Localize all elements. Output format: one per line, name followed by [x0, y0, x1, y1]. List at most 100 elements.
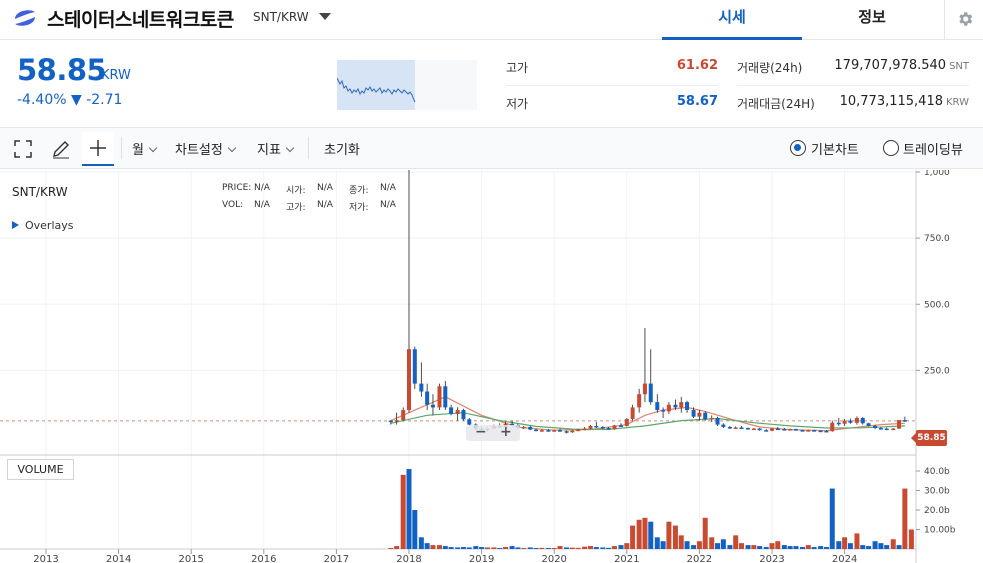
stat-turnover-24h: 거래대금(24H) 10,773,115,418 KRW: [737, 86, 969, 122]
settings-button[interactable]: [944, 0, 983, 40]
volume-bar: [696, 541, 702, 549]
status-network-logo: [15, 10, 35, 26]
volume-bar: [854, 533, 860, 549]
price-axis-label: 250.0: [924, 366, 950, 376]
volume-bar: [799, 547, 805, 549]
period-dropdown[interactable]: 월: [132, 139, 158, 158]
volume-bar: [533, 548, 539, 549]
volume-bar: [860, 545, 866, 549]
candle-body: [873, 425, 878, 429]
expand-triangle-icon: [12, 221, 19, 229]
volume-bar: [588, 546, 593, 549]
volume-bar: [630, 525, 636, 549]
coin-pair: SNT/KRW: [253, 10, 309, 24]
stat-high-label: 고가: [506, 61, 529, 75]
basic-chart-label[interactable]: 기본차트: [811, 139, 859, 158]
volume-bar: [847, 543, 853, 549]
x-axis-label: 2019: [469, 554, 494, 563]
legend-open-key: 시가:: [286, 186, 306, 196]
volume-bar: [757, 546, 763, 549]
candle-body: [576, 429, 581, 432]
volume-bar: [769, 543, 775, 549]
candle-body: [733, 427, 738, 430]
candle-body: [534, 429, 539, 432]
volume-bar: [678, 535, 684, 549]
chart-settings-label: 차트설정: [175, 143, 223, 158]
x-axis-label: 2018: [396, 554, 421, 563]
x-axis-label: 2016: [251, 554, 276, 563]
candle-body: [709, 417, 714, 420]
candle-body: [648, 383, 653, 403]
volume-bar: [720, 539, 726, 549]
volume-axis-label: 40.0b: [924, 467, 950, 477]
volume-bar: [527, 547, 533, 549]
stat-volume-unit: SNT: [949, 61, 969, 72]
reset-button[interactable]: 초기화: [324, 139, 360, 158]
candle-body: [600, 426, 605, 429]
stat-volume-value: 179,707,978.540: [834, 58, 947, 73]
legend-low-key: 저가:: [349, 203, 369, 213]
volume-bar: [902, 488, 908, 549]
volume-bar: [829, 488, 835, 549]
x-axis-label: 2023: [759, 554, 784, 563]
overlays-toggle[interactable]: Overlays: [12, 219, 74, 232]
candle-body: [727, 426, 732, 429]
candle-body: [528, 426, 533, 430]
tradingview-radio[interactable]: [883, 140, 899, 156]
price-chart[interactable]: 1,000 750.0 500.0 250.0 40.0b 30.0b 20.0b 10.00…: [0, 170, 983, 563]
volume-bar: [406, 469, 412, 549]
pencil-draw-icon[interactable]: [51, 139, 71, 159]
indicator-dropdown[interactable]: 지표: [257, 139, 295, 158]
volume-bar: [394, 546, 400, 549]
candle-body: [703, 412, 708, 420]
candle-body: [848, 420, 853, 423]
chevron-down-icon: [285, 143, 295, 153]
volume-bar: [569, 547, 575, 549]
volume-bar: [624, 543, 630, 549]
fullscreen-icon[interactable]: [14, 140, 32, 158]
candle-body: [412, 349, 417, 384]
pair-dropdown-caret-icon[interactable]: [319, 13, 331, 20]
volume-bar: [896, 545, 902, 549]
volume-bar: [503, 547, 509, 549]
candle-body: [902, 420, 907, 422]
candle-body: [673, 404, 678, 408]
legend-close-key: 종가:: [349, 186, 369, 196]
toolbar-divider: [121, 137, 122, 159]
basic-chart-radio[interactable]: [790, 140, 806, 156]
crosshair-button[interactable]: [82, 132, 114, 166]
stat-turnover-unit: KRW: [946, 97, 969, 108]
volume-bar: [715, 543, 721, 549]
volume-stats: 거래량(24h) 179,707,978.540 SNT 거래대금(24H) 10…: [737, 50, 969, 122]
stat-turnover-value: 10,773,115,418: [839, 94, 943, 109]
x-axis-label: 2020: [541, 554, 566, 563]
volume-axis-label: 10.00b: [924, 526, 956, 536]
zoom-in-button[interactable]: +: [500, 425, 512, 440]
candle-body: [388, 420, 393, 423]
price-change: -4.40% ▼ -2.71: [17, 92, 123, 108]
tab-info[interactable]: 정보: [802, 0, 942, 40]
legend-close-val: N/A: [380, 183, 396, 193]
candle-body: [461, 410, 466, 420]
chart-settings-dropdown[interactable]: 차트설정: [175, 139, 237, 158]
volume-bar: [818, 546, 824, 549]
volume-bar: [884, 545, 890, 549]
candle-body: [449, 407, 454, 415]
coin-name: 스테이터스네트워크토큰: [47, 9, 234, 31]
tab-price[interactable]: 시세: [662, 0, 802, 40]
volume-bar: [455, 547, 461, 549]
x-axis-label: 2022: [687, 554, 712, 563]
volume-bar: [551, 548, 557, 549]
tradingview-label[interactable]: 트레이딩뷰: [903, 139, 963, 158]
last-price-tag: 58.85: [911, 430, 947, 446]
candle-body: [430, 404, 435, 408]
volume-bar: [654, 537, 660, 549]
zoom-out-button[interactable]: −: [475, 425, 487, 440]
stat-volume-value-wrap: 179,707,978.540 SNT: [834, 58, 969, 73]
volume-bar: [466, 547, 472, 549]
volume-bar: [412, 510, 418, 549]
candle-body: [401, 410, 406, 421]
volume-bar: [582, 546, 588, 549]
volume-bar: [702, 517, 708, 549]
candle-body: [443, 386, 448, 408]
